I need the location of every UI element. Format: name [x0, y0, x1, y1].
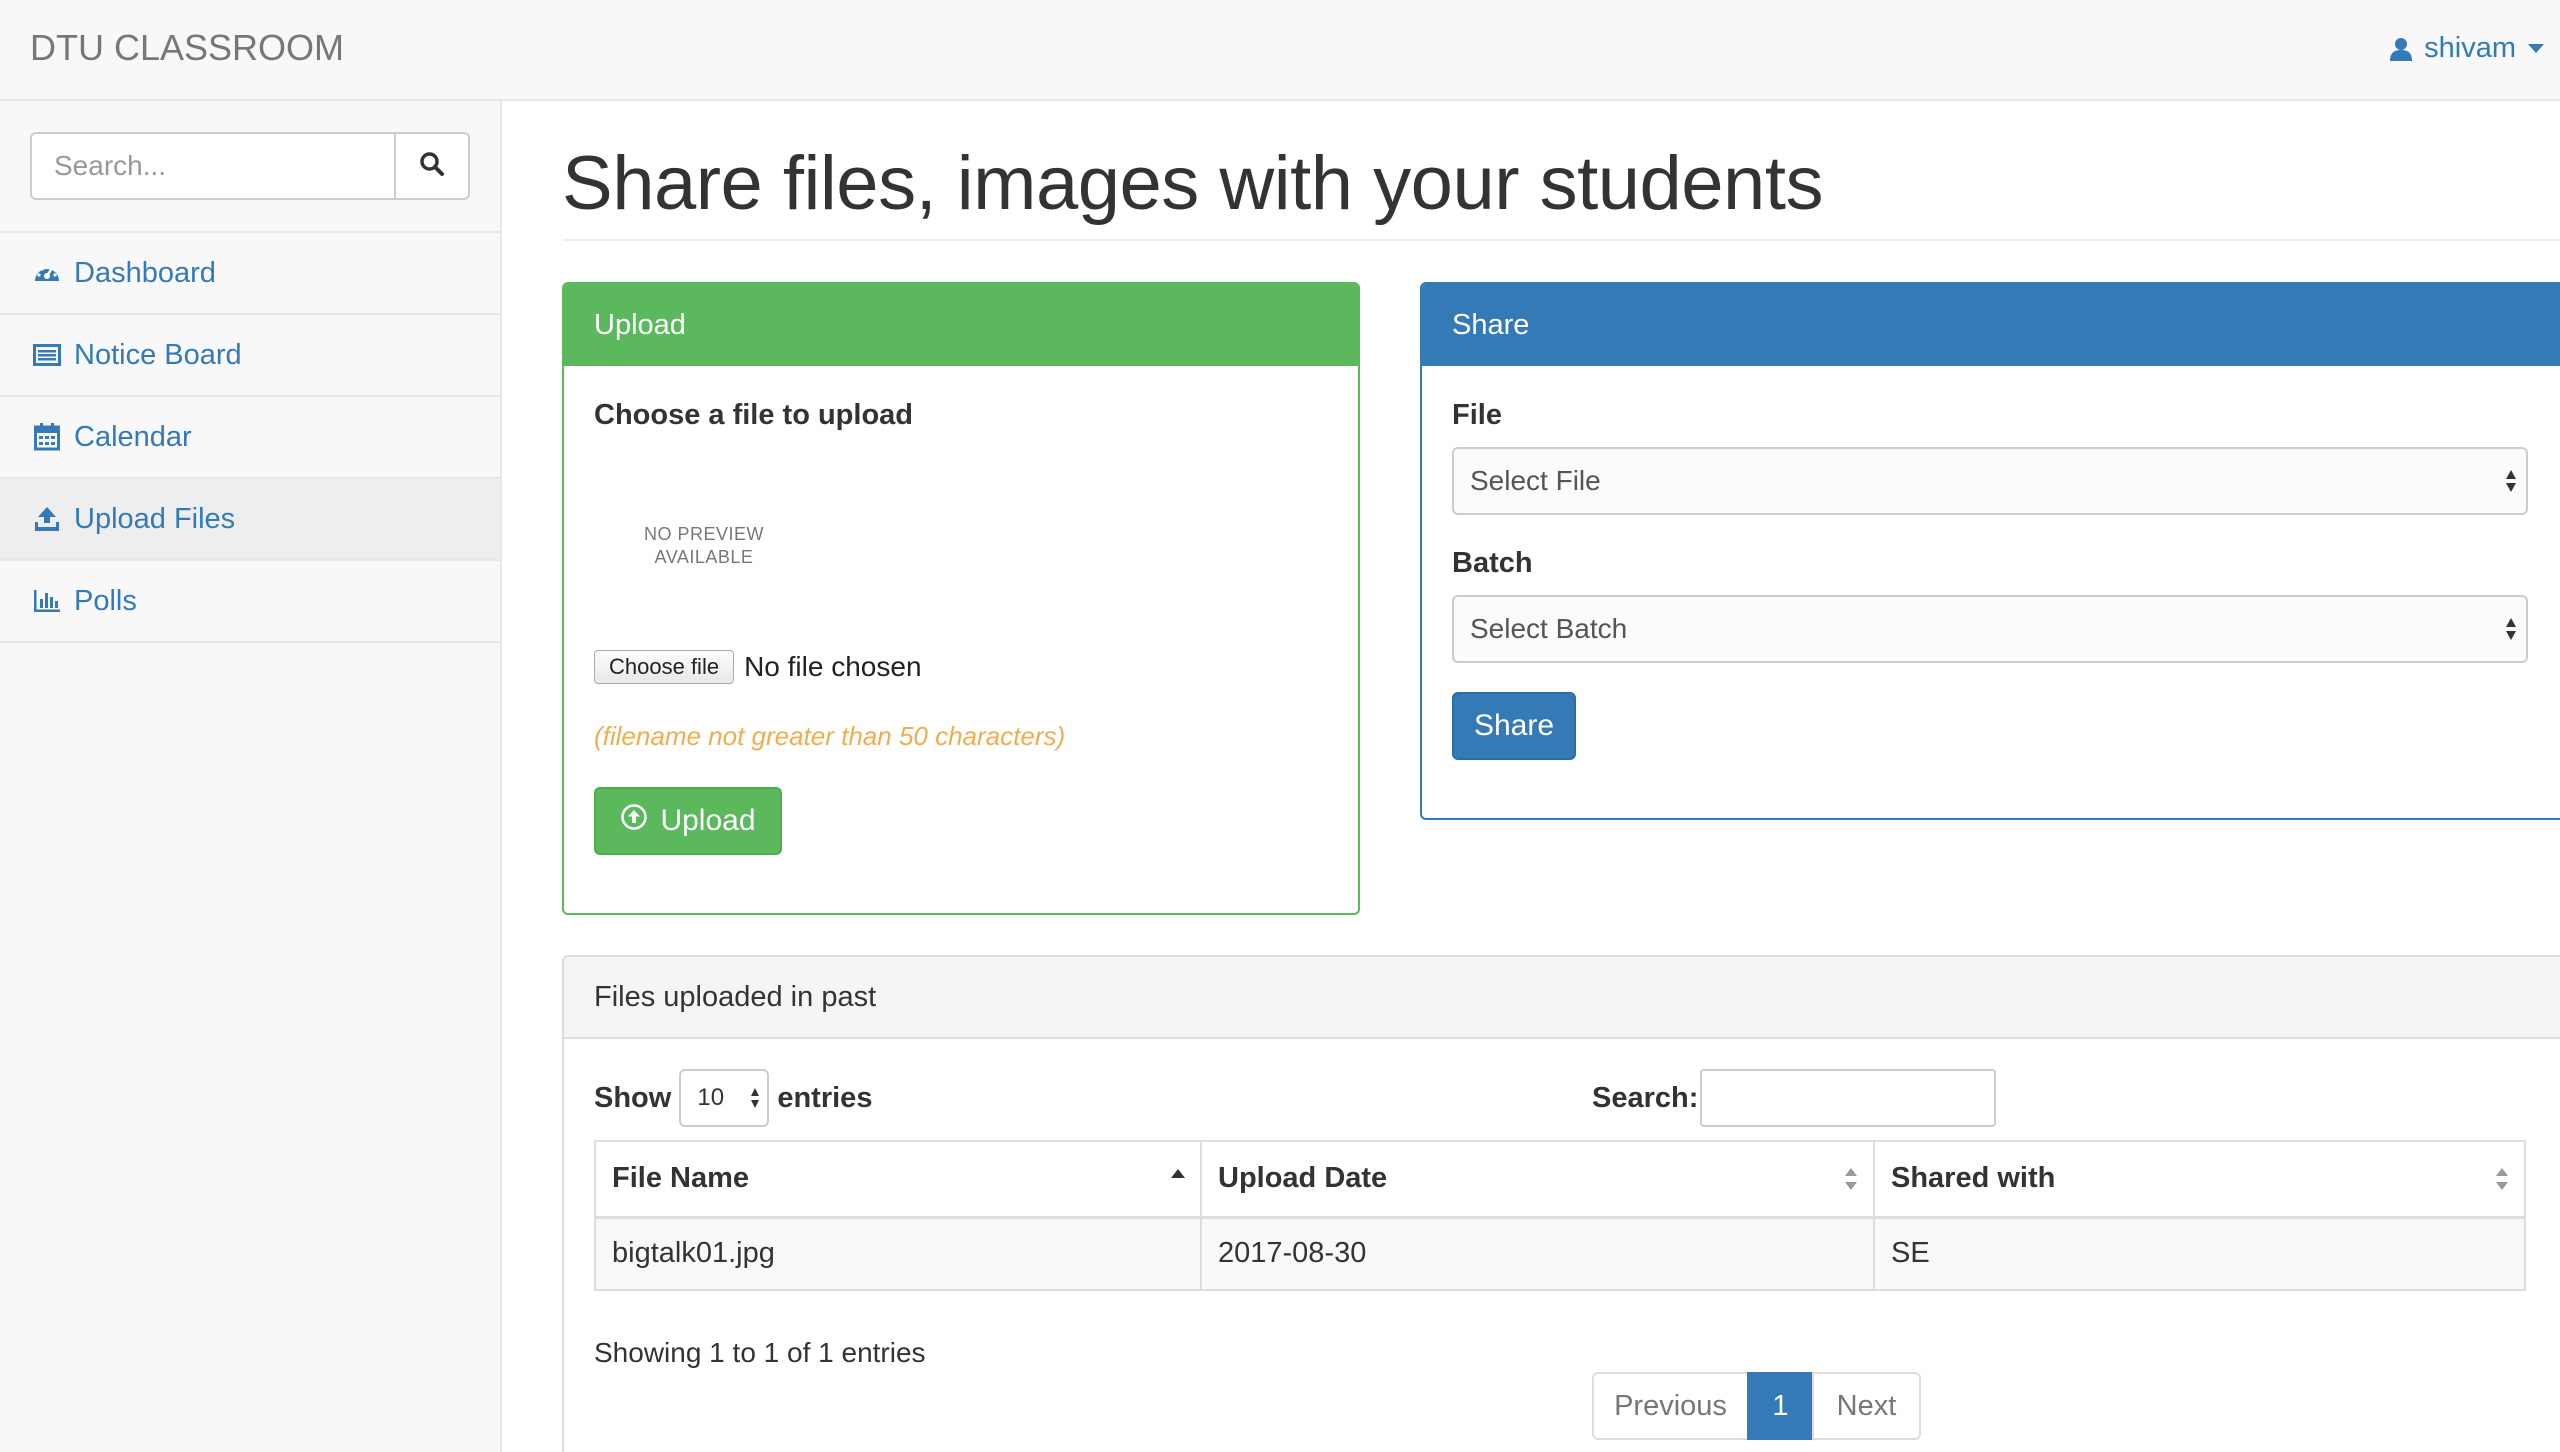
files-uploaded-panel: Files uploaded in past Show 10 entries S…	[562, 955, 2560, 1452]
brand-title[interactable]: DTU CLASSROOM	[30, 27, 344, 69]
batch-select-value: Select Batch	[1470, 613, 1628, 644]
sidebar-item-label: Polls	[74, 584, 137, 617]
title-divider	[562, 239, 2560, 241]
files-panel-heading: Files uploaded in past	[564, 957, 2560, 1039]
share-button[interactable]: Share	[1452, 692, 1576, 760]
table-header-row: File Name Upload Date Shared with	[594, 1140, 2526, 1219]
page-length-value: 10	[697, 1084, 725, 1111]
file-select-value: Select File	[1470, 465, 1601, 496]
circle-arrow-up-icon	[620, 803, 648, 839]
select-arrows-icon	[2504, 466, 2518, 503]
upload-icon	[32, 504, 62, 534]
page-title: Share files, images with your students	[562, 141, 1823, 226]
batch-select[interactable]: Select Batch	[1452, 595, 2528, 663]
upload-button-label: Upload	[660, 804, 756, 837]
file-status-text: No file chosen	[744, 651, 922, 682]
dashboard-icon	[32, 258, 62, 288]
sort-both-icon	[2494, 1166, 2510, 1200]
sort-ascending-icon	[1170, 1166, 1186, 1199]
choose-file-button[interactable]: Choose file	[594, 650, 735, 684]
pagination-next[interactable]: Next	[1812, 1372, 1921, 1440]
shared-with-cell: SE	[1873, 1216, 2526, 1291]
file-name-cell: bigtalk01.jpg	[594, 1216, 1202, 1291]
filename-hint: (filename not greater than 50 characters…	[594, 721, 1066, 751]
sidebar-item-label: Calendar	[74, 420, 192, 453]
entries-label: entries	[777, 1081, 873, 1114]
sidebar-nav: Dashboard Notice Board Calendar Upload F…	[0, 231, 500, 643]
upload-date-cell: 2017-08-30	[1200, 1216, 1875, 1291]
sidebar: Dashboard Notice Board Calendar Upload F…	[0, 101, 502, 1452]
bar-chart-icon	[32, 586, 62, 616]
show-label: Show	[594, 1081, 672, 1114]
caret-down-icon	[2528, 43, 2544, 54]
table-search-label: Search:	[1592, 1081, 1699, 1114]
select-arrows-icon	[749, 1084, 761, 1119]
sidebar-item-notice-board[interactable]: Notice Board	[0, 315, 500, 397]
sidebar-item-dashboard[interactable]: Dashboard	[0, 233, 500, 315]
no-preview-text: AVAILABLE	[654, 547, 754, 567]
no-preview-text: NO PREVIEW	[643, 524, 764, 544]
username-label: shivam	[2424, 32, 2516, 64]
user-menu[interactable]: shivam	[2390, 32, 2544, 65]
pagination-page-1[interactable]: 1	[1747, 1372, 1814, 1440]
table-row: bigtalk01.jpg 2017-08-30 SE	[594, 1216, 2526, 1291]
table-search-input[interactable]	[1700, 1069, 1997, 1127]
file-input: Choose file No file chosen	[594, 650, 922, 684]
calendar-icon	[32, 422, 62, 452]
file-preview-placeholder: NO PREVIEW AVAILABLE	[624, 523, 784, 569]
share-panel-heading: Share	[1422, 284, 2560, 366]
sort-both-icon	[1843, 1166, 1859, 1200]
pagination: Previous 1 Next	[1592, 1372, 1921, 1440]
search-icon	[419, 151, 445, 182]
sidebar-item-label: Dashboard	[74, 256, 216, 289]
select-arrows-icon	[2504, 614, 2518, 651]
page-length-control: Show 10 entries	[594, 1069, 872, 1127]
table-search: Search:	[1592, 1069, 1997, 1127]
sidebar-item-label: Notice Board	[74, 338, 242, 371]
upload-panel: Upload Choose a file to upload NO PREVIE…	[562, 282, 1360, 915]
column-header-file-name[interactable]: File Name	[594, 1140, 1202, 1219]
user-icon	[2390, 37, 2413, 61]
pagination-previous[interactable]: Previous	[1592, 1372, 1749, 1440]
column-header-upload-date[interactable]: Upload Date	[1200, 1140, 1875, 1219]
files-table: File Name Upload Date Shared with bigtal…	[594, 1140, 2526, 1291]
notice-board-icon	[32, 340, 62, 370]
sidebar-search-button[interactable]	[394, 132, 470, 200]
share-panel: Share File Select File Batch Select Batc…	[1420, 282, 2560, 820]
top-navbar: DTU CLASSROOM shivam	[0, 0, 2560, 101]
sidebar-item-calendar[interactable]: Calendar	[0, 397, 500, 479]
choose-file-label: Choose a file to upload	[594, 399, 914, 431]
column-header-shared-with[interactable]: Shared with	[1873, 1140, 2526, 1219]
table-info: Showing 1 to 1 of 1 entries	[594, 1337, 926, 1368]
file-select[interactable]: Select File	[1452, 447, 2528, 515]
sidebar-item-label: Upload Files	[74, 502, 236, 535]
batch-label: Batch	[1452, 547, 1533, 579]
sidebar-item-polls[interactable]: Polls	[0, 561, 500, 643]
sidebar-search	[30, 132, 470, 200]
upload-panel-heading: Upload	[564, 284, 1358, 366]
sidebar-item-upload-files[interactable]: Upload Files	[0, 479, 500, 561]
file-label: File	[1452, 399, 1502, 431]
page-length-select[interactable]: 10	[679, 1069, 770, 1127]
upload-button[interactable]: Upload	[594, 787, 782, 855]
sidebar-search-input[interactable]	[30, 132, 394, 200]
